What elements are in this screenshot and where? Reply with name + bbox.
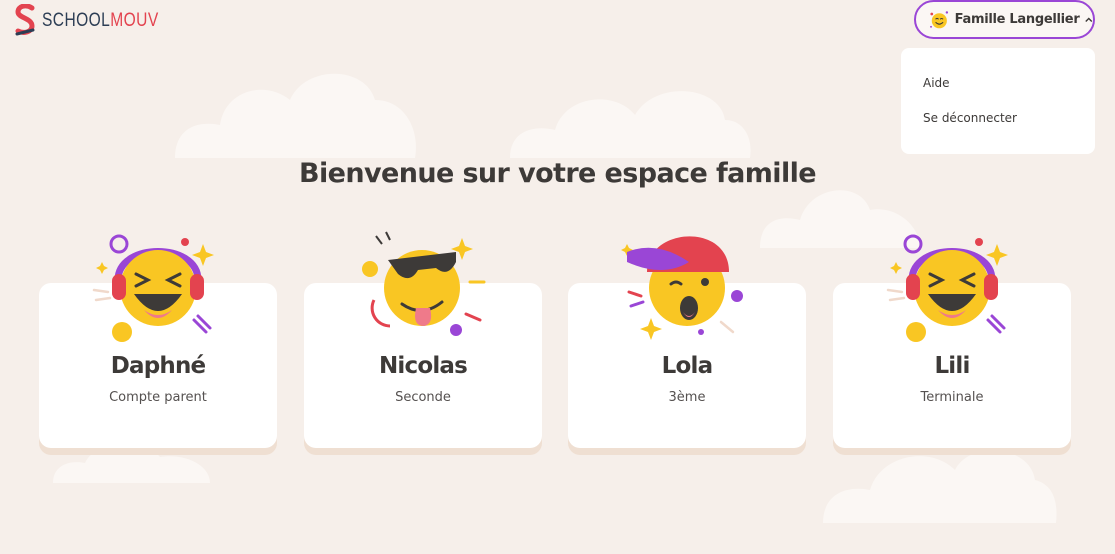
cloud-decoration xyxy=(510,91,751,158)
laughing-face-with-headphones-icon xyxy=(92,234,214,342)
profile-level: Terminale xyxy=(920,390,984,405)
schoolmouv-logo[interactable]: SCHOOLMOUV xyxy=(14,4,184,38)
cloud-decoration xyxy=(175,73,416,158)
profile-level: Seconde xyxy=(395,390,451,405)
profile-name: Nicolas xyxy=(378,353,468,379)
schoolmouv-s-icon xyxy=(15,4,35,36)
welcome-rest: sur votre espace famille xyxy=(453,158,816,189)
winking-face-with-cap-icon xyxy=(621,236,743,340)
tongue-face-with-sunglasses-icon xyxy=(362,231,486,336)
chevron-up-icon xyxy=(1085,17,1093,22)
welcome-heading: Bienvenue sur votre espace famille xyxy=(0,158,1115,189)
brand-part-mouv: MOUV xyxy=(110,10,159,31)
account-dropdown-menu: Aide Se déconnecter xyxy=(901,48,1095,154)
account-name: Famille Langellier xyxy=(954,12,1080,27)
smiling-face-icon xyxy=(930,10,949,28)
menu-item-help[interactable]: Aide xyxy=(923,76,950,90)
brand-name: SCHOOLMOUV xyxy=(42,10,159,32)
profile-name: Lili xyxy=(934,353,970,379)
profile-name: Lola xyxy=(661,353,713,379)
welcome-strong: Bienvenue xyxy=(299,158,454,189)
laughing-face-with-headphones-icon xyxy=(886,234,1008,342)
menu-item-logout[interactable]: Se déconnecter xyxy=(923,111,1017,125)
brand-part-school: SCHOOL xyxy=(42,10,111,31)
profile-level: Compte parent xyxy=(109,390,207,405)
account-menu-button[interactable]: Famille Langellier xyxy=(914,0,1095,39)
profile-name: Daphné xyxy=(110,353,206,379)
profile-level: 3ème xyxy=(668,390,706,405)
